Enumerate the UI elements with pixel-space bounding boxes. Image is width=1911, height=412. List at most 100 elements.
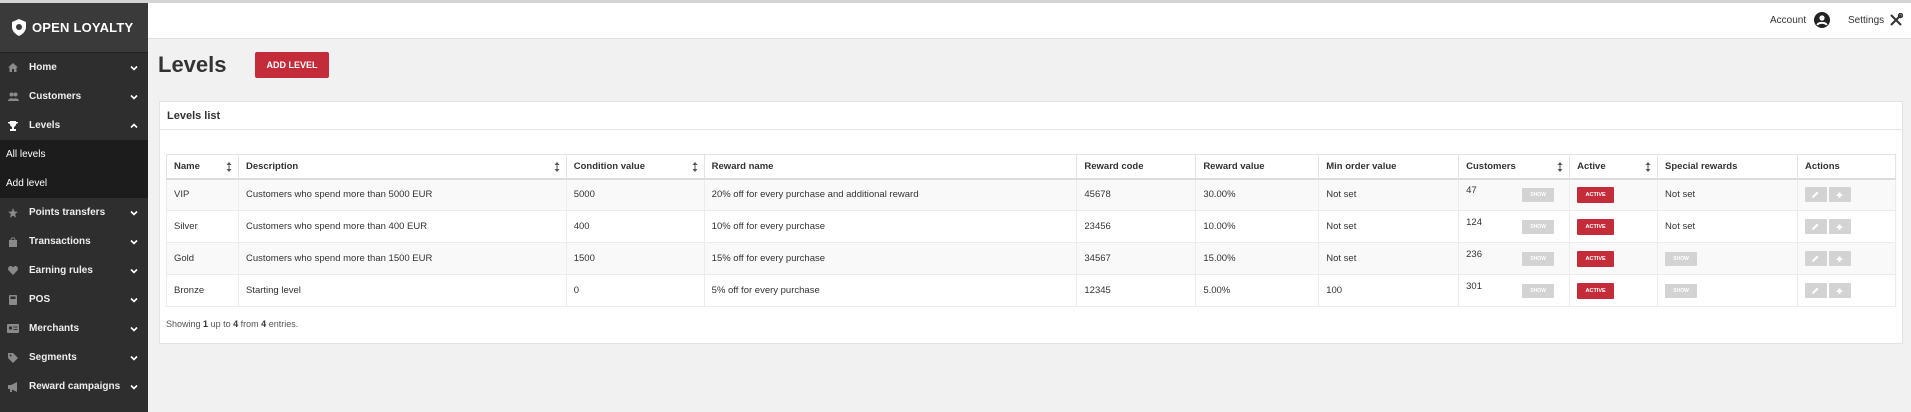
special-rewards-show-button[interactable]: SHOW bbox=[1665, 283, 1698, 298]
id-card-icon bbox=[7, 324, 19, 334]
edit-icon[interactable] bbox=[1804, 251, 1827, 266]
user-avatar-icon[interactable] bbox=[1814, 12, 1830, 28]
sidebar-item-pos[interactable]: POS bbox=[0, 285, 148, 314]
sort-icon bbox=[1557, 162, 1563, 172]
upload-icon[interactable] bbox=[1828, 251, 1851, 266]
column-header-name[interactable]: Name bbox=[166, 154, 239, 180]
cell-condition-value: 5000 bbox=[565, 178, 705, 211]
sidebar-item-transactions[interactable]: Transactions bbox=[0, 227, 148, 256]
customers-count: 124 bbox=[1466, 217, 1482, 229]
chevron-down-icon bbox=[130, 355, 138, 361]
edit-icon[interactable] bbox=[1804, 187, 1827, 203]
sidebar-subitem-all-levels[interactable]: All levels bbox=[0, 140, 148, 169]
sort-icon bbox=[692, 162, 698, 172]
active-toggle-button[interactable]: ACTIVE bbox=[1577, 282, 1615, 299]
bag-icon bbox=[7, 236, 19, 247]
chevron-down-icon bbox=[130, 384, 138, 390]
upload-icon[interactable] bbox=[1828, 283, 1851, 298]
sort-icon bbox=[226, 162, 232, 172]
cell-active: ACTIVE bbox=[1569, 274, 1659, 307]
table-row: VIP Customers who spend more than 5000 EU… bbox=[166, 178, 1897, 211]
customers-count: 47 bbox=[1466, 185, 1477, 197]
special-rewards-show-button[interactable]: SHOW bbox=[1665, 251, 1698, 266]
cell-active: ACTIVE bbox=[1569, 242, 1659, 275]
edit-icon[interactable] bbox=[1804, 219, 1827, 234]
add-level-button[interactable]: ADD LEVEL bbox=[255, 52, 329, 78]
table-header-row: Name Description Condition value Reward … bbox=[166, 154, 1897, 180]
sidebar-item-label: Levels bbox=[29, 120, 61, 131]
column-header-customers[interactable]: Customers bbox=[1458, 154, 1571, 180]
settings-link[interactable]: Settings bbox=[1848, 15, 1884, 26]
table-row: Silver Customers who spend more than 400 … bbox=[166, 210, 1897, 243]
upload-icon[interactable] bbox=[1828, 187, 1851, 203]
upload-icon[interactable] bbox=[1828, 219, 1851, 234]
active-toggle-button[interactable]: ACTIVE bbox=[1577, 250, 1615, 267]
cell-reward-value: 5.00% bbox=[1195, 274, 1320, 307]
cell-special-rewards: SHOW bbox=[1657, 242, 1798, 275]
cell-actions bbox=[1796, 210, 1897, 243]
active-toggle-button[interactable]: ACTIVE bbox=[1577, 186, 1615, 203]
sidebar-item-customers[interactable]: Customers bbox=[0, 82, 148, 111]
cell-active: ACTIVE bbox=[1569, 210, 1659, 243]
cell-reward-name: 10% off for every purchase bbox=[703, 210, 1078, 243]
table-body: VIP Customers who spend more than 5000 EU… bbox=[166, 178, 1897, 307]
sidebar-item-points-transfers[interactable]: Points transfers bbox=[0, 198, 148, 227]
column-header-reward-value[interactable]: Reward value bbox=[1195, 154, 1320, 180]
column-header-condition-value[interactable]: Condition value bbox=[565, 154, 705, 180]
cell-name: Bronze bbox=[166, 274, 239, 307]
customers-count: 301 bbox=[1466, 281, 1482, 293]
star-icon bbox=[7, 207, 19, 218]
cell-customers: 301 SHOW bbox=[1458, 274, 1571, 307]
app-logo[interactable]: OPEN LOYALTY bbox=[0, 3, 148, 53]
tools-icon[interactable] bbox=[1889, 13, 1903, 27]
customers-count: 236 bbox=[1466, 249, 1482, 261]
column-header-special-rewards[interactable]: Special rewards bbox=[1657, 154, 1798, 180]
cell-description: Customers who spend more than 400 EUR bbox=[237, 210, 567, 243]
sidebar-item-home[interactable]: Home bbox=[0, 53, 148, 82]
edit-icon[interactable] bbox=[1804, 283, 1827, 298]
top-bar: Account Settings bbox=[148, 3, 1911, 39]
account-link[interactable]: Account bbox=[1770, 15, 1806, 26]
column-header-reward-name[interactable]: Reward name bbox=[703, 154, 1078, 180]
cell-reward-code: 45678 bbox=[1076, 178, 1197, 211]
customers-show-button[interactable]: SHOW bbox=[1522, 251, 1555, 266]
cell-reward-value: 15.00% bbox=[1195, 242, 1320, 275]
cell-customers: 124 SHOW bbox=[1458, 210, 1571, 243]
column-header-description[interactable]: Description bbox=[237, 154, 567, 180]
column-header-reward-code[interactable]: Reward code bbox=[1076, 154, 1197, 180]
sidebar-item-label: POS bbox=[29, 294, 51, 305]
cell-reward-value: 10.00% bbox=[1195, 210, 1320, 243]
cell-reward-name: 5% off for every purchase bbox=[703, 274, 1078, 307]
chevron-down-icon bbox=[130, 210, 138, 216]
customers-show-button[interactable]: SHOW bbox=[1522, 219, 1555, 234]
megaphone-icon bbox=[7, 381, 19, 392]
sidebar-item-segments[interactable]: Segments bbox=[0, 343, 148, 372]
sidebar-item-reward-campaigns[interactable]: Reward campaigns bbox=[0, 372, 148, 401]
cell-actions bbox=[1796, 178, 1897, 211]
cell-name: Gold bbox=[166, 242, 239, 275]
cell-reward-code: 12345 bbox=[1076, 274, 1197, 307]
levels-table: Name Description Condition value Reward … bbox=[166, 154, 1897, 307]
active-toggle-button[interactable]: ACTIVE bbox=[1577, 218, 1615, 235]
shield-logo-icon bbox=[12, 19, 26, 36]
sidebar-subitem-add-level[interactable]: Add level bbox=[0, 169, 148, 198]
table-row: Gold Customers who spend more than 1500 E… bbox=[166, 242, 1897, 275]
cell-actions bbox=[1796, 274, 1897, 307]
column-header-active[interactable]: Active bbox=[1569, 154, 1659, 180]
chevron-down-icon bbox=[130, 239, 138, 245]
chevron-down-icon bbox=[130, 326, 138, 332]
sidebar-item-earning-rules[interactable]: Earning rules bbox=[0, 256, 148, 285]
cell-description: Customers who spend more than 1500 EUR bbox=[237, 242, 567, 275]
users-icon bbox=[7, 92, 19, 102]
column-header-min-order-value[interactable]: Min order value bbox=[1318, 154, 1460, 180]
sidebar-item-merchants[interactable]: Merchants bbox=[0, 314, 148, 343]
sidebar-item-levels[interactable]: Levels bbox=[0, 111, 148, 140]
cell-min-order-value: Not set bbox=[1318, 178, 1460, 211]
sort-icon bbox=[1645, 162, 1651, 172]
customers-show-button[interactable]: SHOW bbox=[1522, 283, 1555, 298]
special-rewards-value: Not set bbox=[1665, 221, 1696, 232]
table-row: Bronze Starting level 0 5% off for every pu… bbox=[166, 274, 1897, 307]
cell-condition-value: 1500 bbox=[565, 242, 705, 275]
chevron-down-icon bbox=[130, 268, 138, 274]
customers-show-button[interactable]: SHOW bbox=[1522, 187, 1555, 202]
